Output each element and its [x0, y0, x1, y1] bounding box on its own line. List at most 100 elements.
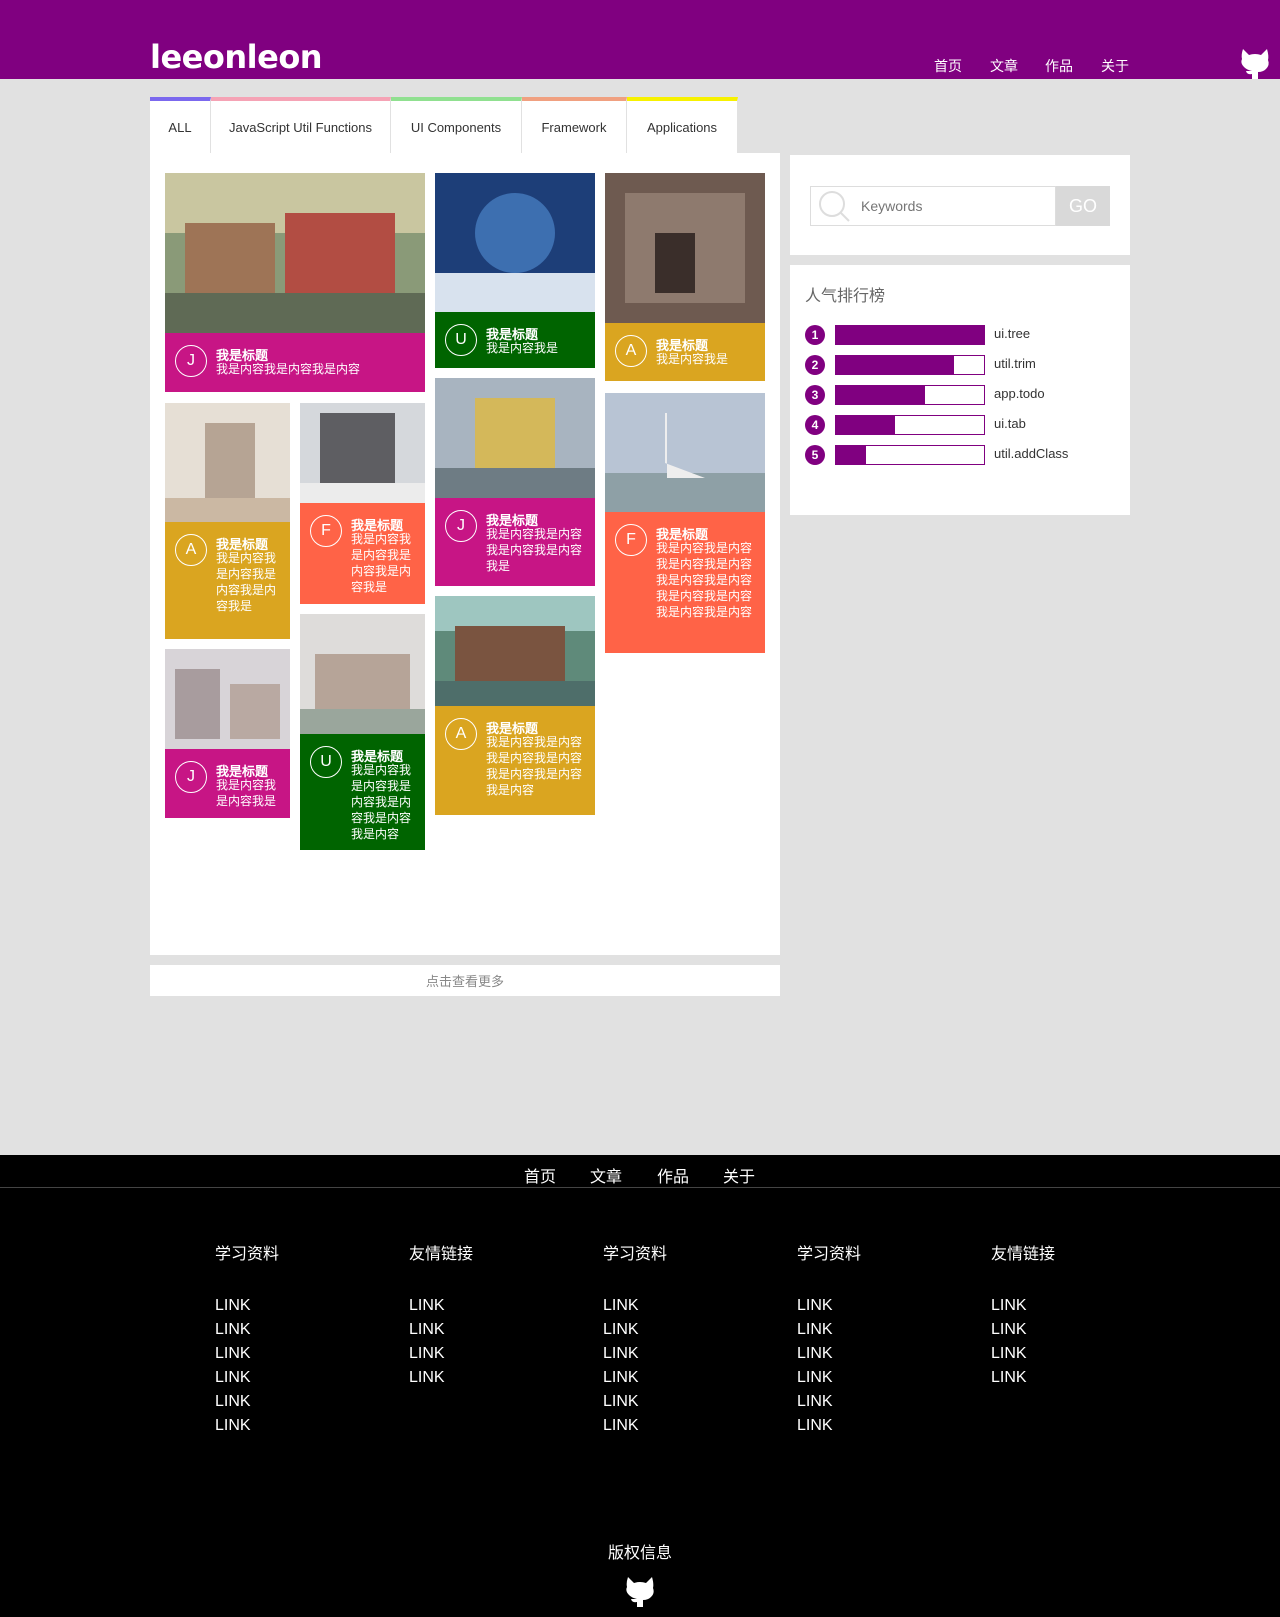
work-card[interactable]: A 我是标题 我是内容我是内容我是内容我是内容我是内容我是内容我是内容	[435, 596, 595, 815]
footer-link[interactable]: LINK	[797, 1342, 861, 1366]
ranking-item[interactable]: 2 util.trim	[805, 355, 1105, 375]
footer-link[interactable]: LINK	[215, 1366, 279, 1390]
card-image	[435, 173, 595, 312]
work-card[interactable]: U 我是标题 我是内容我是	[435, 173, 595, 368]
rank-bar	[835, 415, 985, 435]
footer-link[interactable]: LINK	[991, 1366, 1055, 1390]
tab-all[interactable]: ALL	[150, 97, 211, 153]
rank-bar	[835, 355, 985, 375]
tab-js-util[interactable]: JavaScript Util Functions	[211, 97, 391, 153]
rank-label: util.trim	[994, 356, 1036, 371]
footer-link[interactable]: LINK	[797, 1390, 861, 1414]
rank-bar-fill	[836, 386, 925, 404]
footer-link[interactable]: LINK	[215, 1414, 279, 1438]
work-card[interactable]: A 我是标题 我是内容我是内容我是内容我是内容我是	[165, 403, 290, 639]
tab-applications[interactable]: Applications	[627, 97, 738, 153]
card-avatar: F	[310, 515, 342, 547]
card-text: 我是内容我是内容我是内容我是内容我是内容我是内容我是内容我是内容我是内容我是内容	[656, 541, 753, 619]
footer-link[interactable]: LINK	[215, 1294, 279, 1318]
footer-link[interactable]: LINK	[603, 1342, 667, 1366]
rank-bar-fill	[836, 326, 984, 344]
card-text: 我是内容我是内容我是内容我是内容我是	[486, 527, 583, 573]
nav-works[interactable]: 作品	[1045, 56, 1073, 76]
work-card[interactable]: J 我是标题 我是内容我是内容我是内容	[165, 173, 425, 392]
work-card[interactable]: J 我是标题 我是内容我是内容我是内容我是内容我是	[435, 378, 595, 586]
work-card[interactable]: U 我是标题 我是内容我是内容我是内容我是内容我是内容我是内容	[300, 614, 425, 850]
nav-articles[interactable]: 文章	[990, 56, 1018, 76]
tab-framework[interactable]: Framework	[522, 97, 627, 153]
footer-column-title: 友情链接	[409, 1246, 474, 1263]
footer-nav-about[interactable]: 关于	[723, 1163, 755, 1187]
footer-link[interactable]: LINK	[409, 1318, 473, 1342]
footer-link[interactable]: LINK	[215, 1318, 279, 1342]
footer-link[interactable]: LINK	[797, 1414, 861, 1438]
footer-link[interactable]: LINK	[991, 1342, 1055, 1366]
rank-label: ui.tab	[994, 416, 1026, 431]
footer-nav-works[interactable]: 作品	[657, 1163, 689, 1187]
ranking-item[interactable]: 4 ui.tab	[805, 415, 1105, 435]
works-panel: J 我是标题 我是内容我是内容我是内容 U 我是标题 我是内容我是 A 我是标题…	[150, 153, 780, 955]
footer-divider	[0, 1187, 1280, 1188]
github-icon[interactable]	[1238, 45, 1272, 79]
card-image	[435, 378, 595, 498]
rank-bar-fill	[836, 356, 955, 374]
card-avatar: J	[445, 510, 477, 542]
footer-link[interactable]: LINK	[603, 1294, 667, 1318]
card-body: U 我是标题 我是内容我是	[435, 312, 595, 368]
footer-link[interactable]: LINK	[215, 1342, 279, 1366]
rank-bar	[835, 385, 985, 405]
ranking-title: 人气排行榜	[805, 288, 886, 305]
work-card[interactable]: J 我是标题 我是内容我是内容我是	[165, 649, 290, 818]
card-text: 我是内容我是内容我是内容我是内容我是	[351, 532, 412, 594]
card-body: J 我是标题 我是内容我是内容我是内容我是内容我是	[435, 498, 595, 586]
card-text: 我是内容我是内容我是内容我是内容我是	[216, 551, 277, 613]
footer-link[interactable]: LINK	[991, 1294, 1055, 1318]
footer-column: 友情链接 LINK LINK LINK LINK	[409, 1240, 473, 1390]
footer-column-title: 学习资料	[215, 1246, 280, 1263]
load-more-button[interactable]: 点击查看更多	[150, 965, 780, 996]
footer-link[interactable]: LINK	[603, 1390, 667, 1414]
footer-link[interactable]: LINK	[603, 1366, 667, 1390]
nav-about[interactable]: 关于	[1101, 56, 1129, 76]
footer-link[interactable]: LINK	[797, 1318, 861, 1342]
footer-link[interactable]: LINK	[991, 1318, 1055, 1342]
rank-label: app.todo	[994, 386, 1045, 401]
footer-link[interactable]: LINK	[409, 1294, 473, 1318]
footer-column-title: 友情链接	[991, 1246, 1056, 1263]
work-card[interactable]: A 我是标题 我是内容我是	[605, 173, 765, 381]
site-logo[interactable]: leeonleon	[150, 38, 323, 76]
card-image	[605, 393, 765, 512]
footer-column-title: 学习资料	[603, 1246, 668, 1263]
card-image	[165, 403, 290, 522]
nav-home[interactable]: 首页	[934, 56, 962, 76]
footer-link[interactable]: LINK	[603, 1414, 667, 1438]
tab-ui-components[interactable]: UI Components	[391, 97, 522, 153]
card-body: A 我是标题 我是内容我是内容我是内容我是内容我是	[165, 522, 290, 639]
footer-link[interactable]: LINK	[797, 1366, 861, 1390]
github-icon[interactable]	[623, 1573, 657, 1607]
card-avatar: U	[310, 746, 342, 778]
footer-link[interactable]: LINK	[409, 1366, 473, 1390]
card-text: 我是内容我是	[656, 352, 729, 366]
ranking-item[interactable]: 3 app.todo	[805, 385, 1105, 405]
card-body: F 我是标题 我是内容我是内容我是内容我是内容我是	[300, 503, 425, 604]
footer-nav-articles[interactable]: 文章	[590, 1163, 622, 1187]
footer-link[interactable]: LINK	[797, 1294, 861, 1318]
work-card[interactable]: F 我是标题 我是内容我是内容我是内容我是内容我是	[300, 403, 425, 604]
rank-bar	[835, 445, 985, 465]
ranking-item[interactable]: 1 ui.tree	[805, 325, 1105, 345]
search-go-button[interactable]: GO	[1056, 186, 1110, 226]
footer-link[interactable]: LINK	[603, 1318, 667, 1342]
ranking-item[interactable]: 5 util.addClass	[805, 445, 1105, 465]
card-body: A 我是标题 我是内容我是内容我是内容我是内容我是内容我是内容我是内容	[435, 706, 595, 815]
footer-nav-home[interactable]: 首页	[524, 1163, 556, 1187]
card-text: 我是内容我是	[486, 341, 559, 355]
footer-link[interactable]: LINK	[215, 1390, 279, 1414]
work-card[interactable]: F 我是标题 我是内容我是内容我是内容我是内容我是内容我是内容我是内容我是内容我…	[605, 393, 765, 653]
footer-link[interactable]: LINK	[409, 1342, 473, 1366]
card-text: 我是内容我是内容我是内容我是内容我是内容我是内容我是内容	[486, 735, 583, 797]
rank-bar	[835, 325, 985, 345]
rank-label: util.addClass	[994, 446, 1069, 461]
rank-number: 2	[805, 355, 825, 375]
footer-column: 学习资料 LINK LINK LINK LINK LINK LINK	[603, 1240, 667, 1438]
